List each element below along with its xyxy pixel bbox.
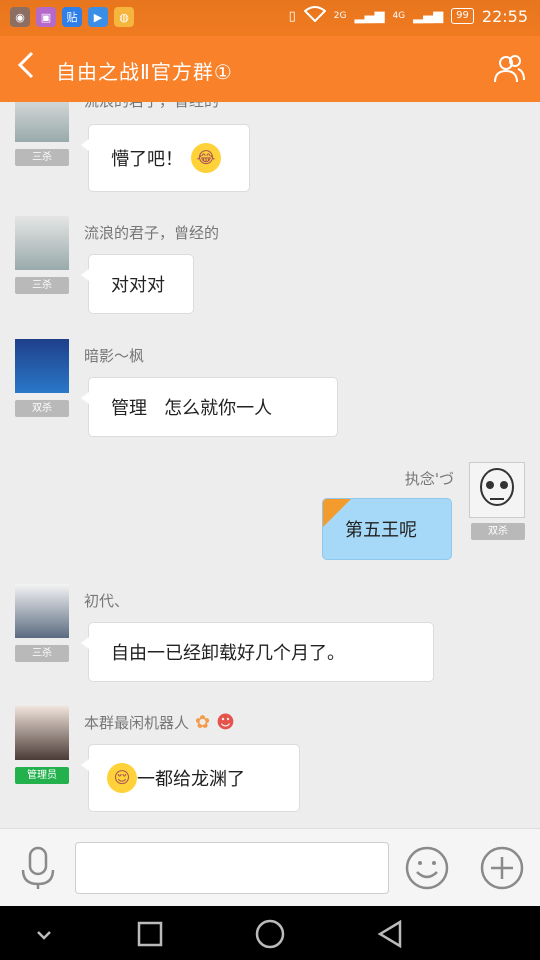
sender-name: 初代、 (84, 592, 130, 610)
sender-name: 暗影～枫 (84, 347, 145, 365)
skull-face-icon (480, 468, 514, 506)
member-tag: 双杀 (15, 400, 69, 417)
signal-icon: ▂▄▆ (354, 8, 385, 24)
message-bubble[interactable]: 对对对 (81, 254, 194, 314)
avatar[interactable] (15, 339, 69, 393)
input-bar (0, 828, 540, 907)
message-list[interactable]: 三杀 流浪的君子，曾经的 懵了吧！ 😂 三杀 流浪的君子，曾经的 对对对 双杀 … (0, 102, 540, 828)
face-badge-icon: ☻ (216, 712, 235, 733)
message-text: 自由一已经卸载好几个月了。 (111, 643, 345, 664)
back-arrow-icon[interactable] (16, 50, 36, 88)
message-bubble[interactable]: 懵了吧！ 😂 (81, 124, 250, 192)
relieved-emoji-icon: 😌 (107, 763, 137, 793)
vibrate-icon: ▯ (288, 8, 296, 24)
group-title: 自由之战Ⅱ官方群① (56, 60, 233, 84)
avatar[interactable] (15, 216, 69, 270)
wifi-icon (303, 6, 327, 26)
admin-tag: 管理员 (15, 767, 69, 784)
gallery-app-icon: ▣ (36, 7, 56, 27)
status-bar: ◉ ▣ 贴 ▶ ◍ ▯ 2G ▂▄▆ 4G ▂▄▆ 99 22:55 (0, 0, 540, 36)
sender-name: 本群最闲机器人 (84, 714, 190, 732)
video-app-icon: ▶ (88, 7, 108, 27)
chevron-down-icon[interactable] (26, 916, 62, 952)
flower-badge-icon: ✿ (195, 712, 211, 733)
sender-name: 执念'づ (404, 470, 454, 488)
member-tag: 三杀 (15, 277, 69, 294)
message-text: 第五王呢 (345, 520, 417, 541)
avatar[interactable] (15, 102, 69, 142)
laughing-emoji-icon: 😂 (191, 143, 221, 173)
back-triangle-icon[interactable] (372, 916, 408, 952)
group-members-icon[interactable] (492, 52, 526, 86)
network-2g: 2G (333, 11, 347, 21)
message-text: 一都给龙渊了 (137, 769, 245, 790)
message-bubble[interactable]: 😌 一都给龙渊了 (81, 744, 300, 812)
sender-name: 流浪的君子，曾经的 (84, 102, 219, 111)
signal-icon-2: ▂▄▆ (413, 8, 444, 24)
avatar[interactable] (469, 462, 525, 518)
camera-app-icon: ◍ (114, 7, 134, 27)
member-tag: 三杀 (15, 645, 69, 662)
notification-icons: ◉ ▣ 贴 ▶ ◍ (10, 7, 134, 27)
message-input[interactable] (75, 842, 389, 894)
recent-apps-icon[interactable] (132, 916, 168, 952)
system-nav-bar (0, 906, 540, 960)
plus-icon[interactable] (480, 846, 524, 890)
avatar[interactable] (15, 584, 69, 638)
sender-name: 流浪的君子，曾经的 (84, 224, 220, 242)
avatar[interactable] (15, 706, 69, 760)
message-bubble[interactable]: 第五王呢 (322, 498, 452, 560)
bubble-corner-decoration (323, 499, 351, 527)
home-icon[interactable] (252, 916, 288, 952)
message-bubble[interactable]: 自由一已经卸载好几个月了。 (81, 622, 434, 682)
message-text: 对对对 (111, 275, 165, 296)
photo-app-icon: ◉ (10, 7, 30, 27)
member-tag: 三杀 (15, 149, 69, 166)
chat-header: 自由之战Ⅱ官方群① (0, 36, 540, 102)
network-4g: 4G (392, 11, 406, 21)
tieba-app-icon: 贴 (62, 7, 82, 27)
battery-icon: 99 (451, 8, 474, 24)
status-indicators: ▯ 2G ▂▄▆ 4G ▂▄▆ 99 22:55 (289, 6, 528, 26)
clock: 22:55 (481, 6, 528, 26)
sender-row: 本群最闲机器人 ✿ ☻ (84, 712, 235, 733)
microphone-icon[interactable] (16, 846, 60, 890)
message-bubble[interactable]: 管理 怎么就你一人 (81, 377, 338, 437)
message-text: 懵了吧！ (111, 149, 183, 170)
message-text: 管理 怎么就你一人 (111, 398, 273, 419)
member-tag: 双杀 (471, 523, 525, 540)
smiley-icon[interactable] (405, 846, 449, 890)
